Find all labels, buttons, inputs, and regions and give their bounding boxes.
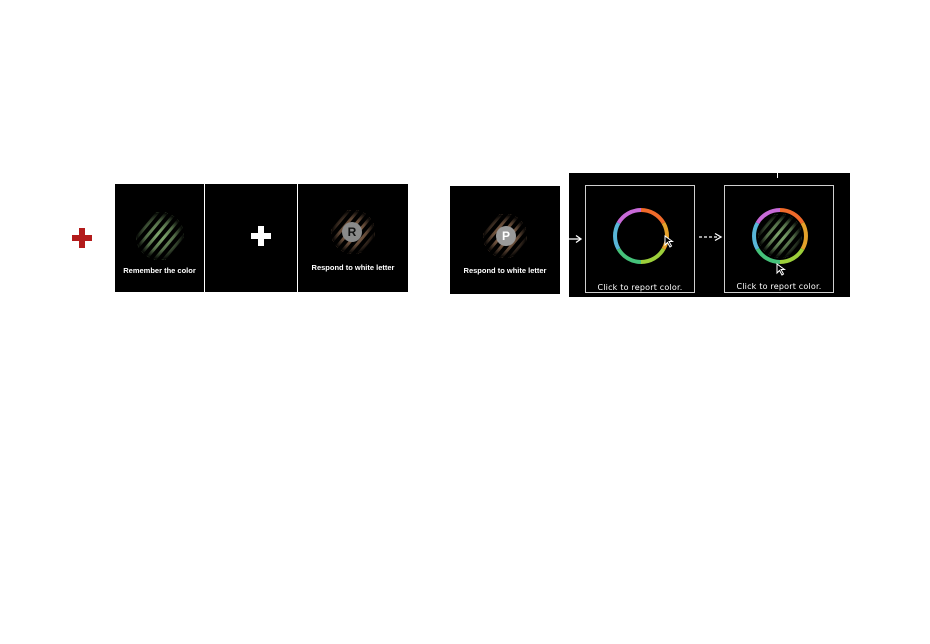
color-wheel-with-stimulus[interactable] <box>725 186 835 294</box>
report-caption-2: Click to report color. <box>736 282 822 291</box>
report-caption: Click to report color. <box>597 283 683 292</box>
letter-task-caption-2: Respond to white letter <box>463 266 547 275</box>
green-grating-stimulus <box>136 212 184 260</box>
letter-task-panel: R Respond to white letter <box>298 184 408 292</box>
dashed-arrow-right-icon <box>699 232 723 242</box>
fixation-cross-red-icon <box>70 226 94 250</box>
letter-task-caption: Respond to white letter <box>311 263 395 272</box>
target-letter-2: P <box>496 226 516 246</box>
mouse-cursor-icon <box>664 235 675 248</box>
memory-caption: Remember the color <box>123 266 196 275</box>
mouse-cursor-icon-2 <box>776 263 787 276</box>
fixation-panel <box>205 184 297 292</box>
arrow-right-icon <box>568 234 583 244</box>
target-letter: R <box>342 222 362 242</box>
divider-tick <box>777 170 778 178</box>
memory-stimulus-panel: Remember the color <box>115 184 204 292</box>
color-report-panel-2: Click to report color. <box>724 185 834 293</box>
fixation-cross-white-icon <box>251 226 271 246</box>
color-report-panel: Click to report color. <box>585 185 695 293</box>
letter-task-panel-2: P Respond to white letter <box>450 186 560 294</box>
color-wheel[interactable] <box>586 186 696 294</box>
